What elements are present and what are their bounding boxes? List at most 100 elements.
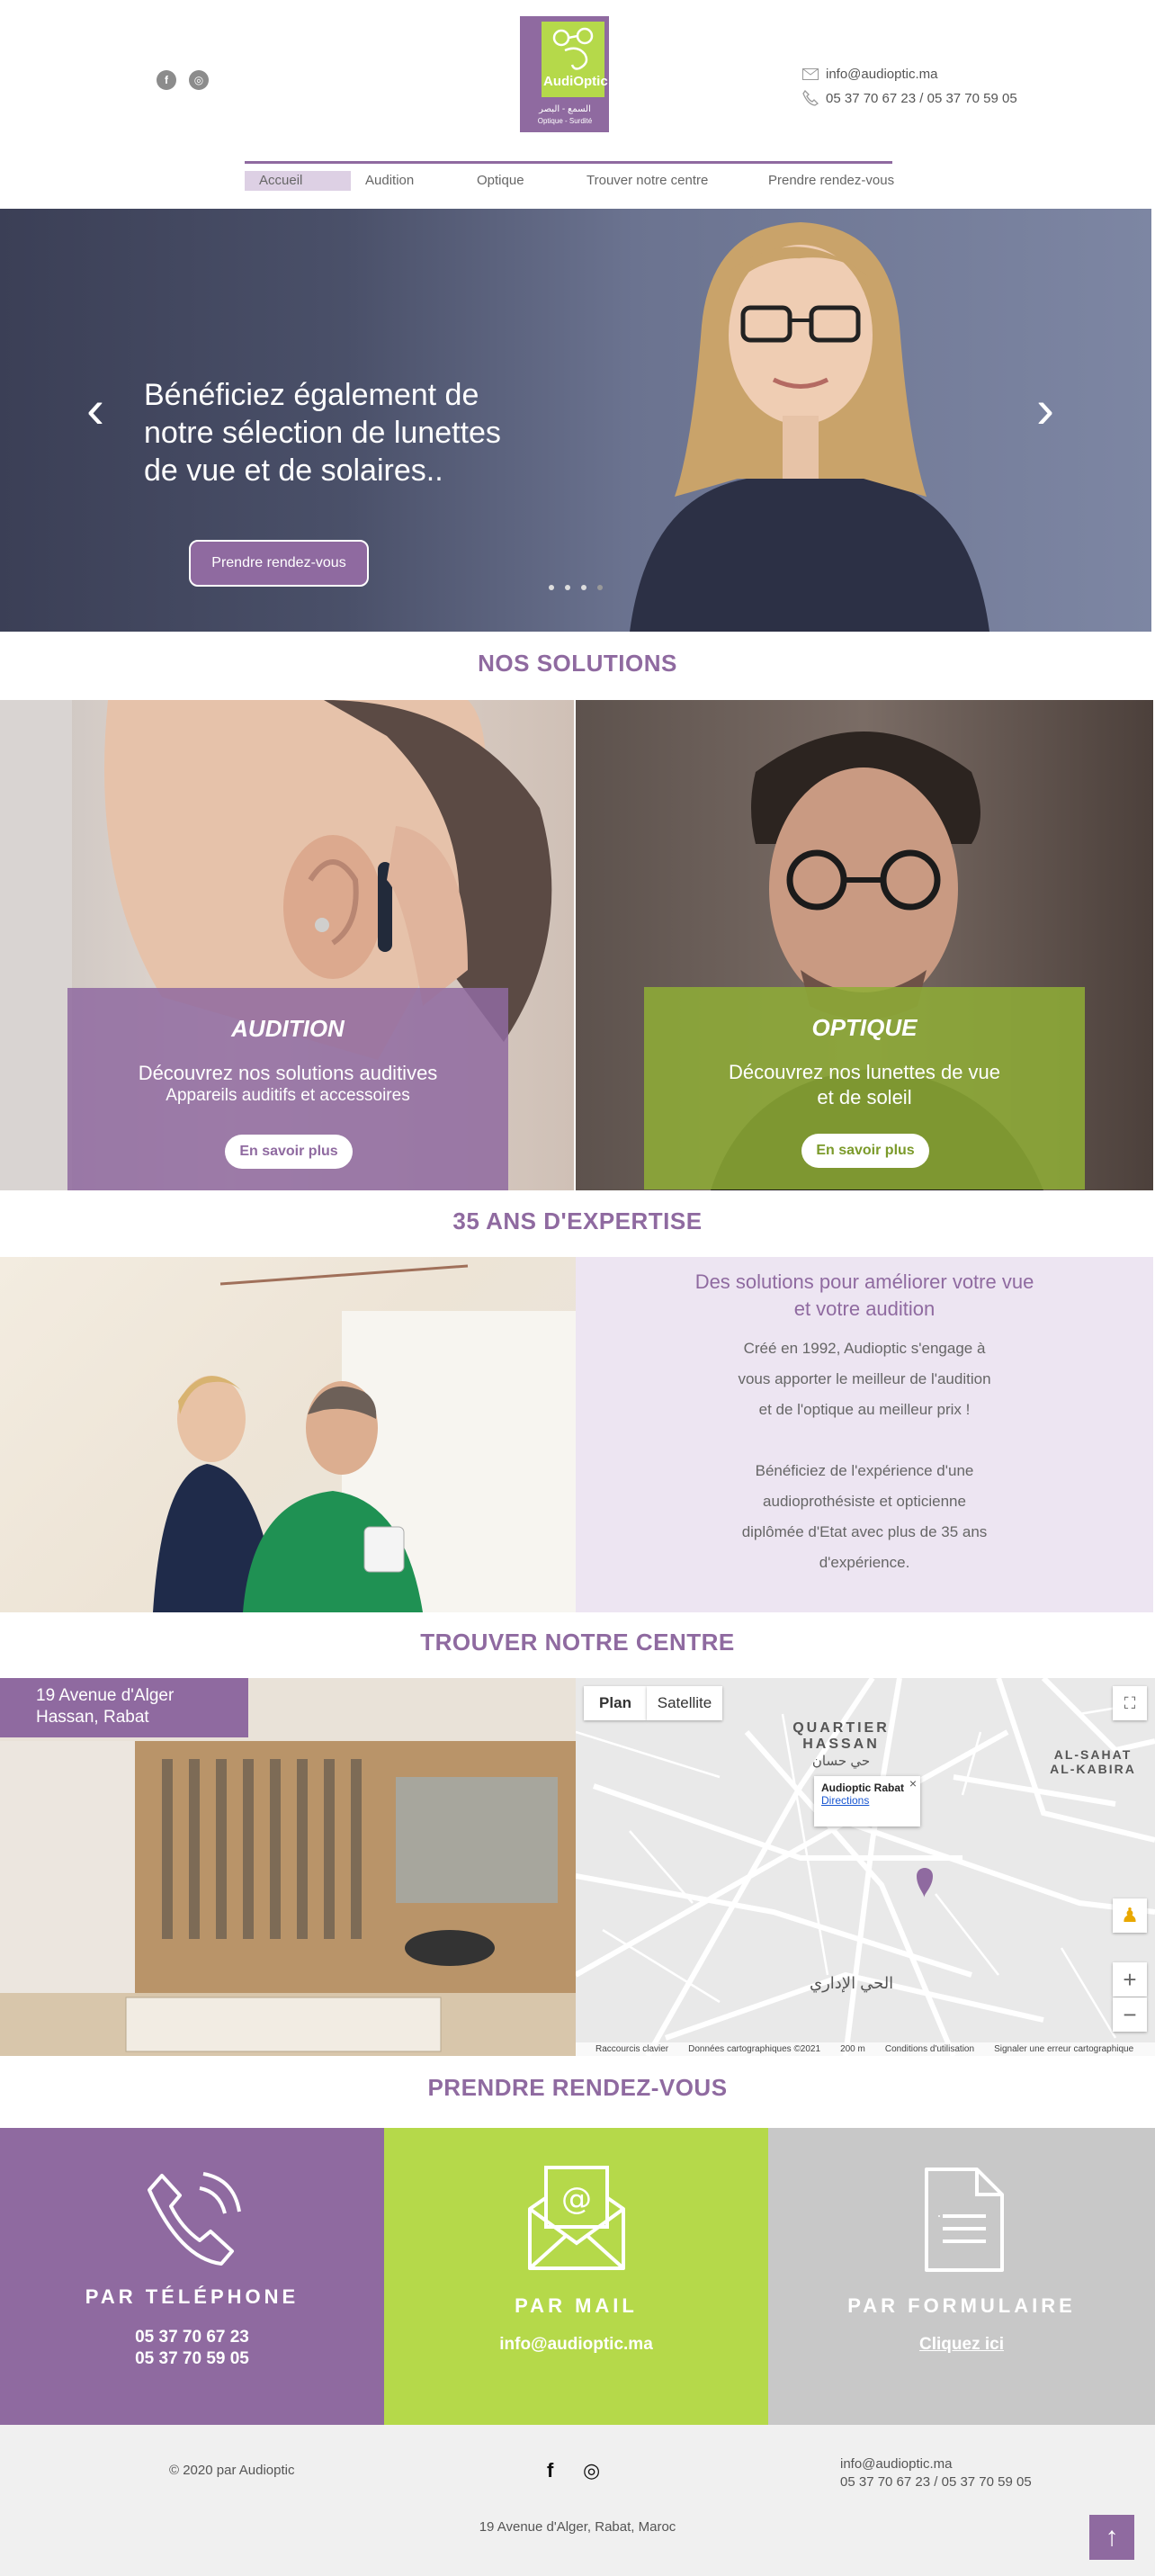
map-popup-title: Audioptic Rabat	[821, 1782, 904, 1794]
expertise-heading-1: Des solutions pour améliorer votre vue	[694, 1270, 1034, 1293]
map-zoom-out-button[interactable]: −	[1113, 1997, 1147, 2032]
store-address-2: Hassan, Rabat	[36, 1708, 149, 1727]
logo-subtitle: Optique - Surdité	[537, 117, 593, 125]
fitting-scene-photo	[153, 1264, 576, 1612]
map-footer: Raccourcis clavier Données cartographiqu…	[576, 2042, 1155, 2056]
footer-facebook-icon[interactable]: f	[547, 2459, 553, 2482]
slide-dot-2[interactable]	[565, 585, 570, 590]
map-popup-directions-link[interactable]: Directions	[821, 1794, 913, 1807]
audition-card-text: Découvrez nos solutions auditives	[138, 1062, 438, 1084]
rdv-form-title: PAR FORMULAIRE	[847, 2294, 1076, 2317]
audition-card-subtext: Appareils auditifs et accessoires	[166, 1086, 410, 1105]
hero-headline: Bénéficiez également de notre sélection …	[144, 378, 501, 488]
map-label-kabira: AL-KABIRA	[1050, 1762, 1136, 1776]
ear-glasses-logo-icon	[552, 27, 594, 70]
expertise-line-1: Créé en 1992, Audioptic s'engage à	[743, 1340, 986, 1357]
expertise-image	[0, 1257, 576, 1612]
footer	[0, 2425, 1155, 2576]
hero-woman-photo	[630, 222, 989, 632]
expertise-line-5: Bénéficiez de l'expérience d'une	[755, 1462, 974, 1479]
mail-envelope-icon: @	[528, 2166, 625, 2270]
map-label-hassan-arabic: حي حسان	[811, 1754, 871, 1769]
street-view-pegman-icon[interactable]: ♟	[1113, 1898, 1147, 1933]
rdv-form-link[interactable]: Cliquez ici	[768, 2335, 1155, 2355]
map-tab-plan[interactable]: Plan	[584, 1686, 647, 1720]
map-label-al-sahat: AL-SAHAT	[1053, 1747, 1133, 1762]
hero-rendez-vous-button[interactable]: Prendre rendez-vous	[189, 540, 369, 587]
audition-card: AUDITION Découvrez nos solutions auditiv…	[67, 988, 508, 1190]
map-footer-report[interactable]: Signaler une erreur cartographique	[994, 2044, 1133, 2054]
rdv-phone-box[interactable]: PAR TÉLÉPHONE 05 37 70 67 23 05 37 70 59…	[0, 2128, 384, 2425]
svg-text:@: @	[561, 2181, 592, 2217]
expertise-heading: Des solutions pour améliorer votre vue e…	[576, 1269, 1153, 1323]
optique-more-button[interactable]: En savoir plus	[801, 1134, 929, 1168]
map-label-idari: الحي الإداري	[810, 1974, 894, 1992]
rdv-mail-address[interactable]: info@audioptic.ma	[384, 2335, 768, 2355]
footer-email[interactable]: info@audioptic.ma	[840, 2456, 952, 2472]
centre-title: TROUVER NOTRE CENTRE	[420, 1629, 735, 1656]
map-footer-scale[interactable]: 200 m	[840, 2044, 865, 2054]
expertise-line-7: diplômée d'Etat avec plus de 35 ans	[741, 1523, 988, 1540]
footer-address: 19 Avenue d'Alger, Rabat, Maroc	[479, 2519, 676, 2535]
logo-arabic: السمع - البصر	[539, 104, 591, 114]
slide-dot-3[interactable]	[581, 585, 586, 590]
hero-prev-arrow[interactable]: ‹	[86, 378, 104, 440]
expertise-title: 35 ANS D'EXPERTISE	[452, 1207, 703, 1234]
nav-accueil[interactable]: Accueil	[259, 173, 302, 188]
expertise-line-2: vous apporter le meilleur de l'audition	[738, 1370, 991, 1387]
rdv-phone-2[interactable]: 05 37 70 59 05	[0, 2349, 384, 2369]
map-label-quartier-hassan: QUARTIER HASSAN حي حسان	[774, 1720, 909, 1769]
map-label-quartier: QUARTIER	[792, 1720, 890, 1736]
header-phone-text: 05 37 70 67 23 / 05 37 70 59 05	[826, 90, 1017, 106]
map-footer-terms[interactable]: Conditions d'utilisation	[885, 2044, 974, 2054]
nav-optique[interactable]: Optique	[477, 173, 524, 188]
header-phone[interactable]: 05 37 70 67 23 / 05 37 70 59 05	[802, 90, 1017, 106]
rdv-mail-box[interactable]: @ PAR MAIL info@audioptic.ma	[384, 2128, 768, 2425]
phone-ring-icon	[148, 2172, 241, 2266]
solutions-title: NOS SOLUTIONS	[478, 650, 677, 677]
instagram-glyph: ◎	[193, 74, 204, 86]
rdv-phone-1[interactable]: 05 37 70 67 23	[0, 2328, 384, 2347]
header-email-text: info@audioptic.ma	[826, 67, 938, 82]
optique-card: OPTIQUE Découvrez nos lunettes de vue et…	[644, 987, 1085, 1189]
store-address: 19 Avenue d'Alger Hassan, Rabat	[0, 1678, 248, 1737]
form-document-icon	[925, 2168, 1004, 2272]
facebook-glyph: f	[165, 74, 168, 86]
footer-copyright: © 2020 par Audioptic	[169, 2463, 295, 2478]
hero-next-arrow[interactable]: ›	[1036, 378, 1054, 440]
map-fullscreen-icon[interactable]: ⛶	[1113, 1686, 1147, 1720]
footer-phone[interactable]: 05 37 70 67 23 / 05 37 70 59 05	[840, 2474, 1032, 2490]
expertise-line-4	[576, 1425, 1153, 1456]
map-footer-shortcuts[interactable]: Raccourcis clavier	[595, 2044, 668, 2054]
expertise-line-3: et de l'optique au meilleur prix !	[758, 1401, 971, 1418]
audition-more-button[interactable]: En savoir plus	[225, 1135, 353, 1169]
phone-icon	[802, 90, 819, 106]
optique-card-text-2: et de soleil	[817, 1086, 912, 1108]
map-footer-data: Données cartographiques ©2021	[688, 2044, 821, 2054]
header-email[interactable]: info@audioptic.ma	[802, 67, 937, 82]
map-popup-close-icon[interactable]: ×	[909, 1776, 917, 1791]
store-address-1: 19 Avenue d'Alger	[36, 1686, 175, 1705]
instagram-icon[interactable]: ◎	[189, 70, 209, 90]
nav-audition[interactable]: Audition	[365, 173, 414, 188]
rdv-form-box[interactable]: PAR FORMULAIRE Cliquez ici	[768, 2128, 1155, 2425]
slide-dot-1[interactable]	[549, 585, 554, 590]
nav-trouver-centre[interactable]: Trouver notre centre	[586, 173, 708, 188]
footer-instagram-icon[interactable]: ◎	[583, 2459, 600, 2482]
back-to-top-button[interactable]: ↑	[1089, 2515, 1134, 2560]
logo-name: AudiOptic	[543, 74, 608, 89]
audition-card-title: AUDITION	[231, 1015, 345, 1042]
map-zoom-in-button[interactable]: +	[1113, 1962, 1147, 1997]
expertise-heading-2: et votre audition	[793, 1297, 936, 1320]
envelope-icon	[802, 68, 819, 80]
menu-top-border	[245, 161, 892, 164]
map-label-hassan: HASSAN	[802, 1737, 880, 1752]
audioptic-logo[interactable]: AudiOptic السمع - البصر Optique - Surdit…	[520, 16, 609, 132]
map-info-popup: Audioptic Rabat Directions ×	[814, 1776, 920, 1827]
rdv-phone-title: PAR TÉLÉPHONE	[85, 2285, 300, 2308]
expertise-body: Créé en 1992, Audioptic s'engage à vous …	[576, 1333, 1153, 1578]
facebook-icon[interactable]: f	[157, 70, 176, 90]
nav-rendez-vous[interactable]: Prendre rendez-vous	[768, 173, 894, 188]
slide-dot-4[interactable]	[597, 585, 603, 590]
map-tab-satellite[interactable]: Satellite	[647, 1686, 722, 1720]
